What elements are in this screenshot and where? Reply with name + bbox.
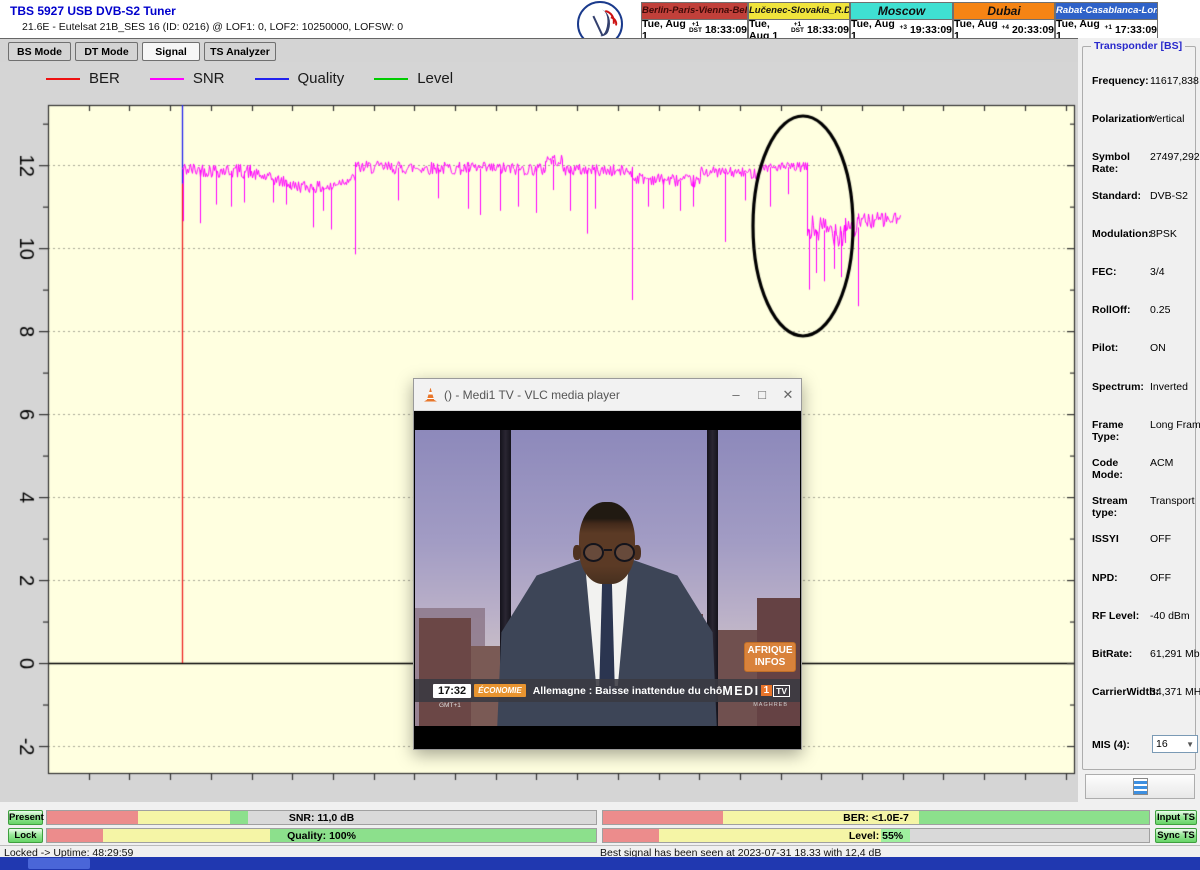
tab-bs-mode[interactable]: BS Mode (8, 42, 71, 61)
tuner-subtitle: 21.6E - Eutelsat 21B_SES 16 (ID: 0216) @… (22, 21, 403, 33)
level-legend-line (374, 78, 408, 80)
input-ts-indicator[interactable]: Input TS (1155, 810, 1197, 825)
legend-label-ber: BER (89, 70, 120, 87)
ticker-clock: 17:32 (433, 684, 471, 698)
level-value: Level: 55% (603, 829, 1149, 842)
tab-ts-analyzer[interactable]: TS Analyzer (OK) (204, 42, 276, 61)
transponder-field: Frame Type:Long Frame (1092, 419, 1192, 443)
page-title: TBS 5927 USB DVB-S2 Tuner (10, 4, 176, 18)
clock-moscow: Moscow Tue, Aug 1 +3 19:33:09 (850, 2, 953, 40)
vlc-cone-icon (424, 388, 437, 402)
sync-ts-indicator[interactable]: Sync TS (1155, 828, 1197, 843)
present-indicator[interactable]: Present (8, 810, 43, 825)
ticker-category: ÉCONOMIE (474, 684, 526, 697)
transponder-title: Transponder [BS] (1091, 40, 1185, 52)
snr-value: SNR: 11,0 dB (47, 811, 596, 824)
legend-label-quality: Quality (298, 70, 345, 87)
vlc-window-title: () - Medi1 TV - VLC media player (444, 388, 723, 402)
legend-label-snr: SNR (193, 70, 225, 87)
transponder-field: Spectrum:Inverted (1092, 381, 1192, 393)
level-bar: Level: 55% (602, 828, 1150, 843)
clock-dubai: Dubai Tue, Aug 1 +4 20:33:09 (953, 2, 1055, 40)
legend-label-level: Level (417, 70, 453, 87)
video-frame: AFRIQUEINFOS 17:32 GMT+1 ÉCONOMIE Allema… (415, 430, 800, 726)
transponder-field: ISSYIOFF (1092, 533, 1192, 545)
quality-bar: Quality: 100% (46, 828, 597, 843)
ticker-timezone: GMT+1 (439, 702, 461, 709)
transponder-field: Polarization:Vertical (1092, 113, 1192, 125)
taskbar[interactable] (0, 857, 1200, 870)
signal-status-bars: Present SNR: 11,0 dB BER: <1.0E-7 Input … (0, 802, 1200, 845)
vlc-titlebar[interactable]: () - Medi1 TV - VLC media player – □ ✕ (414, 379, 801, 411)
ber-legend-line (46, 78, 80, 80)
clock-time: 18:33:09 (705, 24, 747, 36)
lock-indicator[interactable]: Lock (8, 828, 43, 843)
news-ticker: 17:32 GMT+1 ÉCONOMIE Allemagne : Baisse … (415, 679, 800, 702)
transponder-field: BitRate:61,291 Mbit/s (1092, 648, 1192, 660)
quality-value: Quality: 100% (47, 829, 596, 842)
tab-signal-mon[interactable]: Signal Mon. (142, 42, 200, 61)
clock-berlin: Berlin-Paris-Vienna-Belgrade Tue, Aug 1 … (641, 2, 748, 40)
chevron-down-icon: ▼ (1186, 740, 1194, 749)
mis-label: MIS (4): (1092, 739, 1150, 751)
transponder-field: CarrierWidth:34,371 MHz (1092, 686, 1192, 698)
snr-bar: SNR: 11,0 dB (46, 810, 597, 825)
mis-row: MIS (4): 16 ▼ (1092, 739, 1192, 751)
transponder-field: RF Level:-40 dBm (1092, 610, 1192, 622)
quality-legend-line (255, 78, 289, 80)
tab-dt-mode[interactable]: DT Mode (75, 42, 138, 61)
glasses-icon (583, 543, 604, 562)
chart-legend: BER SNR Quality Level (46, 70, 453, 87)
transponder-field: Frequency:11617,838 MHz (1092, 75, 1192, 87)
transponder-field: Pilot:ON (1092, 342, 1192, 354)
clock-lucenec: Lučenec-Slovakia_R.Dávid Tue, Aug 1 +1DS… (748, 2, 850, 40)
mis-value: 16 (1156, 738, 1168, 750)
tab-strip: BS Mode DT Mode Signal Mon. TS Analyzer … (0, 38, 1078, 63)
ticker-headline: Allemagne : Baisse inattendue du chômage… (533, 685, 723, 697)
afrique-infos-badge: AFRIQUEINFOS (744, 642, 796, 672)
transponder-field: NPD:OFF (1092, 572, 1192, 584)
transponder-field: Symbol Rate:27497,292 KS/s (1092, 151, 1192, 175)
transponder-field: Standard:DVB-S2 (1092, 190, 1192, 202)
close-button[interactable]: ✕ (775, 387, 801, 403)
maximize-button[interactable]: □ (749, 387, 775, 402)
transponder-groupbox: Transponder [BS] Frequency:11617,838 MHz… (1082, 46, 1196, 770)
save-list-button[interactable] (1085, 774, 1195, 799)
list-icon (1133, 778, 1148, 795)
transponder-field: Code Mode:ACM (1092, 457, 1192, 481)
snr-legend-line (150, 78, 184, 80)
mis-select[interactable]: 16 ▼ (1152, 735, 1198, 753)
transponder-sidebar: Transponder [BS] Frequency:11617,838 MHz… (1078, 38, 1200, 802)
minimize-button[interactable]: – (723, 387, 749, 402)
transponder-field: Modulation:8PSK (1092, 228, 1192, 240)
ber-value: BER: <1.0E-7 (603, 811, 1149, 824)
start-button[interactable] (28, 858, 90, 869)
transponder-field: FEC:3/4 (1092, 266, 1192, 278)
clock-rabat: Rabat-Casablanca-London Tue, Aug 1 +1 17… (1055, 2, 1158, 40)
medi1tv-logo: MEDI1TV (722, 684, 790, 698)
transponder-field: Stream type:Transport (1092, 495, 1192, 519)
transponder-field: RollOff:0.25 (1092, 304, 1192, 316)
ber-bar: BER: <1.0E-7 (602, 810, 1150, 825)
vlc-window[interactable]: () - Medi1 TV - VLC media player – □ ✕ A… (413, 378, 802, 750)
letterbox-bar (415, 726, 800, 748)
